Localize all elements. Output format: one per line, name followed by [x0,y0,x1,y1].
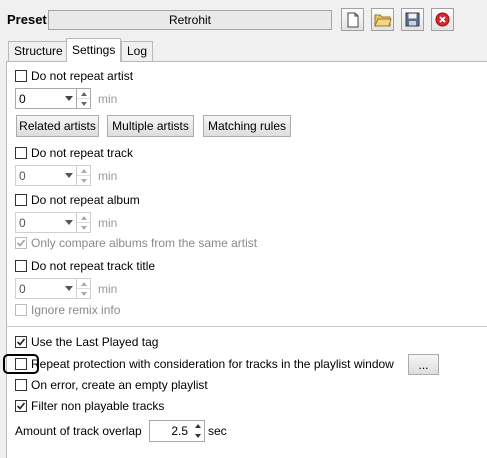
same-artist-albums-row: Only compare albums from the same artist [15,235,257,251]
ignore-remix-checkbox [15,304,27,316]
open-preset-button[interactable] [371,8,394,31]
repeat-artist-unit: min [98,91,118,106]
save-icon [405,12,420,27]
repeat-track-spinner: 0 min [15,165,117,186]
repeat-album-spinner: 0 min [15,212,117,233]
overlap-value: 2.5 [171,424,188,438]
overlap-updown[interactable] [192,421,204,441]
repeat-album-label: Do not repeat album [31,193,140,207]
repeat-artist-combo[interactable]: 0 [15,88,77,109]
matching-rules-button[interactable]: Matching rules [203,115,291,137]
repeat-artist-label: Do not repeat artist [31,69,134,83]
repeat-artist-spinner[interactable]: 0 min [15,88,117,109]
tab-structure[interactable]: Structure [8,41,69,61]
preset-name-field[interactable]: Retrohit [48,10,332,30]
repeat-protection-options-button[interactable]: ... [408,354,439,375]
spin-up-icon [77,279,90,288]
spin-up-icon[interactable] [192,421,204,431]
repeat-artist-checkbox[interactable] [15,70,27,82]
repeat-track-row[interactable]: Do not repeat track [15,145,133,161]
repeat-album-value: 0 [19,215,26,230]
highlight-annotation [3,354,39,374]
overlap-unit: sec [208,424,227,438]
open-folder-icon [373,14,392,26]
repeat-title-spinner: 0 min [15,278,117,299]
same-artist-albums-checkbox [15,237,27,249]
same-artist-albums-label: Only compare albums from the same artist [31,236,258,250]
overlap-label: Amount of track overlap [15,424,142,438]
last-played-checkbox[interactable] [15,336,27,348]
repeat-album-updown [77,212,91,233]
repeat-title-label: Do not repeat track title [31,259,156,273]
chevron-down-icon [62,220,76,225]
repeat-title-combo: 0 [15,278,77,299]
repeat-track-value: 0 [19,168,26,183]
repeat-title-checkbox[interactable] [15,260,27,272]
repeat-track-updown [77,165,91,186]
section-divider [6,326,487,327]
filter-nonplayable-checkbox[interactable] [15,400,27,412]
new-file-icon [347,12,358,27]
last-played-row[interactable]: Use the Last Played tag [15,334,158,350]
spin-down-icon [77,288,90,298]
chevron-down-icon [62,173,76,178]
repeat-album-checkbox[interactable] [15,194,27,206]
repeat-album-unit: min [98,215,118,230]
ignore-remix-label: Ignore remix info [31,303,121,317]
repeat-track-combo: 0 [15,165,77,186]
on-error-checkbox[interactable] [15,379,27,391]
repeat-protection-row[interactable]: Repeat protection with consideration for… [15,356,394,372]
on-error-row[interactable]: On error, create an empty playlist [15,377,208,393]
repeat-artist-value: 0 [19,91,26,106]
repeat-title-updown [77,278,91,299]
related-artists-button[interactable]: Related artists [16,115,99,137]
repeat-protection-label: Repeat protection with consideration for… [31,357,394,371]
repeat-artist-row[interactable]: Do not repeat artist [15,68,133,84]
on-error-label: On error, create an empty playlist [31,378,208,392]
spin-down-icon[interactable] [77,98,90,108]
tab-log[interactable]: Log [121,41,154,61]
repeat-artist-updown[interactable] [77,88,91,109]
repeat-title-unit: min [98,281,118,296]
preset-label: Preset [7,12,47,27]
chevron-down-icon [62,286,76,291]
spin-down-icon [77,175,90,185]
tab-settings[interactable]: Settings [66,38,122,62]
spin-down-icon [77,222,90,232]
repeat-album-row[interactable]: Do not repeat album [15,192,140,208]
overlap-spinner[interactable]: 2.5 [149,420,205,442]
multiple-artists-button[interactable]: Multiple artists [107,115,194,137]
new-preset-button[interactable] [341,8,364,31]
delete-preset-button[interactable] [431,8,454,31]
chevron-down-icon[interactable] [62,96,76,101]
save-preset-button[interactable] [401,8,424,31]
repeat-title-value: 0 [19,281,26,296]
ignore-remix-row: Ignore remix info [15,302,120,318]
repeat-track-unit: min [98,168,118,183]
repeat-title-row[interactable]: Do not repeat track title [15,258,155,274]
filter-nonplayable-row[interactable]: Filter non playable tracks [15,398,164,414]
repeat-track-checkbox[interactable] [15,147,27,159]
repeat-album-combo: 0 [15,212,77,233]
filter-nonplayable-label: Filter non playable tracks [31,399,165,413]
spin-up-icon[interactable] [77,89,90,98]
spin-down-icon[interactable] [192,431,204,441]
last-played-label: Use the Last Played tag [31,335,159,349]
spin-up-icon [77,166,90,175]
delete-icon [435,12,450,27]
repeat-track-label: Do not repeat track [31,146,134,160]
spin-up-icon [77,213,90,222]
